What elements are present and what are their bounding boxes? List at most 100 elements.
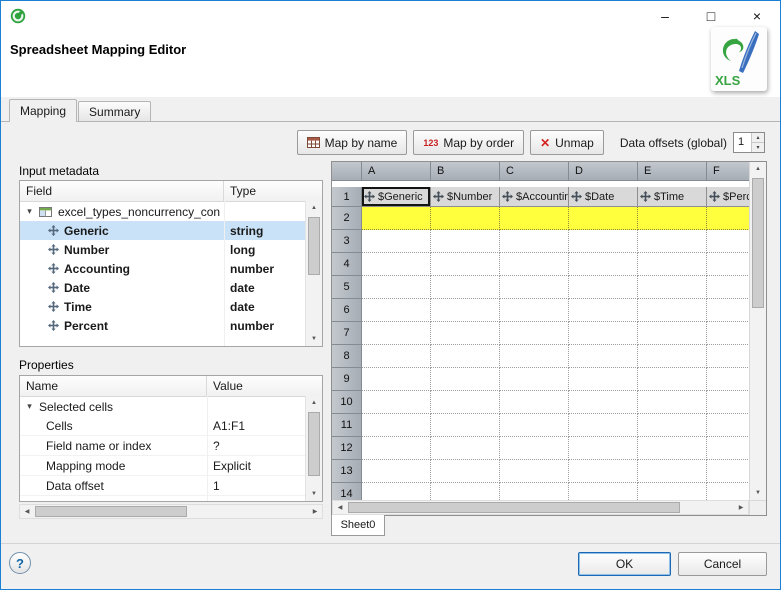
titlebar[interactable]: – □ × xyxy=(1,1,780,31)
scroll-left-icon[interactable]: ◀ xyxy=(20,505,34,518)
column-header-E[interactable]: E xyxy=(638,162,707,181)
cell-E11[interactable] xyxy=(638,414,707,437)
cell-E6[interactable] xyxy=(638,299,707,322)
cell-B5[interactable] xyxy=(431,276,500,299)
scrollbar-thumb[interactable] xyxy=(35,506,187,517)
scroll-right-icon[interactable]: ▶ xyxy=(308,505,322,518)
cell-A12[interactable] xyxy=(362,437,431,460)
name-column-header[interactable]: Name xyxy=(20,376,207,396)
cell-A9[interactable] xyxy=(362,368,431,391)
cell-E9[interactable] xyxy=(638,368,707,391)
cell-A13[interactable] xyxy=(362,460,431,483)
cell-F9[interactable] xyxy=(707,368,749,391)
metadata-field-row-generic[interactable]: Generic string xyxy=(20,221,322,240)
expander-icon[interactable]: ▾ xyxy=(24,206,35,217)
cell-F14[interactable] xyxy=(707,483,749,500)
scroll-down-icon[interactable]: ▼ xyxy=(750,486,766,500)
mapped-cell-F1[interactable]: $Percent xyxy=(707,187,749,207)
cell-F8[interactable] xyxy=(707,345,749,368)
scroll-left-icon[interactable]: ◀ xyxy=(333,501,347,514)
help-button[interactable]: ? xyxy=(9,552,31,574)
property-row[interactable]: Format field xyxy=(20,496,322,502)
cell-C8[interactable] xyxy=(500,345,569,368)
cell-A11[interactable] xyxy=(362,414,431,437)
cell-B12[interactable] xyxy=(431,437,500,460)
scroll-up-icon[interactable]: ▲ xyxy=(750,162,766,176)
row-header-11[interactable]: 11 xyxy=(332,414,362,437)
cell-E14[interactable] xyxy=(638,483,707,500)
cell-B13[interactable] xyxy=(431,460,500,483)
cell-F11[interactable] xyxy=(707,414,749,437)
row-header-10[interactable]: 10 xyxy=(332,391,362,414)
minimize-button[interactable]: – xyxy=(642,1,688,31)
scroll-up-icon[interactable]: ▲ xyxy=(306,396,322,410)
cell-B9[interactable] xyxy=(431,368,500,391)
cell-C5[interactable] xyxy=(500,276,569,299)
cell-F10[interactable] xyxy=(707,391,749,414)
cell-A8[interactable] xyxy=(362,345,431,368)
metadata-field-row-number[interactable]: Number long xyxy=(20,240,322,259)
row-header-8[interactable]: 8 xyxy=(332,345,362,368)
cell-C10[interactable] xyxy=(500,391,569,414)
row-header-2[interactable]: 2 xyxy=(332,207,362,230)
cell-B6[interactable] xyxy=(431,299,500,322)
cancel-button[interactable]: Cancel xyxy=(678,552,767,576)
cell-D13[interactable] xyxy=(569,460,638,483)
property-row[interactable]: Data offset 1 xyxy=(20,476,322,496)
cell-B8[interactable] xyxy=(431,345,500,368)
cell-B11[interactable] xyxy=(431,414,500,437)
cell-B2[interactable] xyxy=(431,207,500,230)
cell-E5[interactable] xyxy=(638,276,707,299)
spinner-down-icon[interactable]: ▾ xyxy=(752,143,764,152)
cell-E3[interactable] xyxy=(638,230,707,253)
metadata-field-row-date[interactable]: Date date xyxy=(20,278,322,297)
cell-A10[interactable] xyxy=(362,391,431,414)
cell-D10[interactable] xyxy=(569,391,638,414)
cell-C6[interactable] xyxy=(500,299,569,322)
cell-D2[interactable] xyxy=(569,207,638,230)
map-by-name-button[interactable]: Map by name xyxy=(296,130,408,155)
cell-E2[interactable] xyxy=(638,207,707,230)
scrollbar-thumb[interactable] xyxy=(308,217,320,275)
cell-B14[interactable] xyxy=(431,483,500,500)
cell-D4[interactable] xyxy=(569,253,638,276)
mapped-cell-A1[interactable]: $Generic xyxy=(362,187,431,207)
cell-E4[interactable] xyxy=(638,253,707,276)
mapped-cell-C1[interactable]: $Accounting xyxy=(500,187,569,207)
cell-C9[interactable] xyxy=(500,368,569,391)
cell-B3[interactable] xyxy=(431,230,500,253)
cell-A3[interactable] xyxy=(362,230,431,253)
column-header-B[interactable]: B xyxy=(431,162,500,181)
cell-F5[interactable] xyxy=(707,276,749,299)
cell-F3[interactable] xyxy=(707,230,749,253)
cell-E12[interactable] xyxy=(638,437,707,460)
cell-A6[interactable] xyxy=(362,299,431,322)
cell-B4[interactable] xyxy=(431,253,500,276)
cell-E7[interactable] xyxy=(638,322,707,345)
cell-D8[interactable] xyxy=(569,345,638,368)
cell-C3[interactable] xyxy=(500,230,569,253)
metadata-field-row-percent[interactable]: Percent number xyxy=(20,316,322,335)
cell-F12[interactable] xyxy=(707,437,749,460)
grid-vscrollbar[interactable]: ▲ ▼ xyxy=(749,162,766,500)
properties-vscrollbar[interactable]: ▲ ▼ xyxy=(305,396,322,501)
cell-E8[interactable] xyxy=(638,345,707,368)
cell-C14[interactable] xyxy=(500,483,569,500)
cell-D7[interactable] xyxy=(569,322,638,345)
cell-A5[interactable] xyxy=(362,276,431,299)
cell-E13[interactable] xyxy=(638,460,707,483)
column-header-A[interactable]: A xyxy=(362,162,431,181)
metadata-vscrollbar[interactable]: ▲ ▼ xyxy=(305,201,322,346)
cell-F13[interactable] xyxy=(707,460,749,483)
left-panel-hscrollbar[interactable]: ◀ ▶ xyxy=(19,504,323,519)
cell-A2[interactable] xyxy=(362,207,431,230)
row-header-13[interactable]: 13 xyxy=(332,460,362,483)
value-column-header[interactable]: Value xyxy=(207,376,322,396)
cell-D12[interactable] xyxy=(569,437,638,460)
row-header-1[interactable]: 1 xyxy=(332,187,362,207)
row-header-7[interactable]: 7 xyxy=(332,322,362,345)
cell-D5[interactable] xyxy=(569,276,638,299)
scrollbar-thumb[interactable] xyxy=(752,178,764,308)
row-header-5[interactable]: 5 xyxy=(332,276,362,299)
cell-F7[interactable] xyxy=(707,322,749,345)
